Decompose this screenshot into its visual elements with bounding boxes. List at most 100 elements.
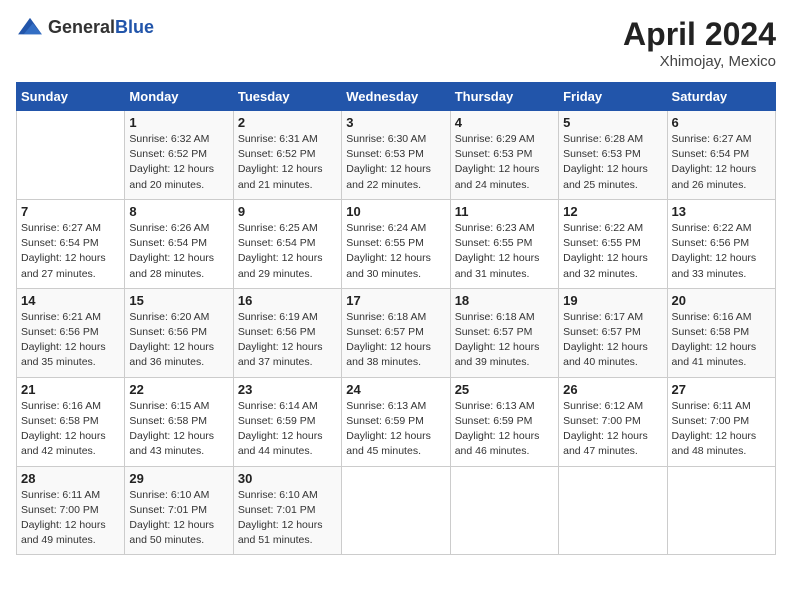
calendar-cell: 21Sunrise: 6:16 AM Sunset: 6:58 PM Dayli… <box>17 377 125 466</box>
title-block: April 2024 Xhimojay, Mexico <box>623 16 776 70</box>
col-tuesday: Tuesday <box>233 83 341 111</box>
day-info: Sunrise: 6:16 AM Sunset: 6:58 PM Dayligh… <box>21 399 120 460</box>
calendar-week-row: 7Sunrise: 6:27 AM Sunset: 6:54 PM Daylig… <box>17 199 776 288</box>
calendar-cell: 22Sunrise: 6:15 AM Sunset: 6:58 PM Dayli… <box>125 377 233 466</box>
page-header: GeneralBlue April 2024 Xhimojay, Mexico <box>16 16 776 70</box>
day-info: Sunrise: 6:27 AM Sunset: 6:54 PM Dayligh… <box>21 221 120 282</box>
calendar-cell: 19Sunrise: 6:17 AM Sunset: 6:57 PM Dayli… <box>559 288 667 377</box>
calendar-table: Sunday Monday Tuesday Wednesday Thursday… <box>16 82 776 555</box>
calendar-cell: 3 Sunrise: 6:30 AM Sunset: 6:53 PM Daylig… <box>342 111 450 200</box>
day-info: Sunrise: 6:31 AM Sunset: 6:52 PM Dayligh… <box>238 132 337 193</box>
day-info: Sunrise: 6:32 AM Sunset: 6:52 PM Dayligh… <box>129 132 228 193</box>
col-saturday: Saturday <box>667 83 775 111</box>
col-wednesday: Wednesday <box>342 83 450 111</box>
day-info: Sunrise: 6:10 AM Sunset: 7:01 PM Dayligh… <box>238 488 337 549</box>
day-info: Sunrise: 6:18 AM Sunset: 6:57 PM Dayligh… <box>455 310 554 371</box>
day-info: Sunrise: 6:24 AM Sunset: 6:55 PM Dayligh… <box>346 221 445 282</box>
calendar-week-row: 14 Sunrise: 6:21 AM Sunset: 6:56 PM Dayli… <box>17 288 776 377</box>
calendar-cell: 20 Sunrise: 6:16 AM Sunset: 6:58 PM Dayli… <box>667 288 775 377</box>
day-number: 25 <box>455 382 554 397</box>
calendar-cell: 8 Sunrise: 6:26 AM Sunset: 6:54 PM Daylig… <box>125 199 233 288</box>
calendar-cell <box>17 111 125 200</box>
calendar-cell <box>450 466 558 555</box>
calendar-cell: 26 Sunrise: 6:12 AM Sunset: 7:00 PM Dayli… <box>559 377 667 466</box>
day-info: Sunrise: 6:23 AM Sunset: 6:55 PM Dayligh… <box>455 221 554 282</box>
day-number: 11 <box>455 204 554 219</box>
calendar-cell: 24 Sunrise: 6:13 AM Sunset: 6:59 PM Dayli… <box>342 377 450 466</box>
location-subtitle: Xhimojay, Mexico <box>623 53 776 70</box>
calendar-cell: 4 Sunrise: 6:29 AM Sunset: 6:53 PM Daylig… <box>450 111 558 200</box>
day-number: 2 <box>238 115 337 130</box>
calendar-cell: 25 Sunrise: 6:13 AM Sunset: 6:59 PM Dayli… <box>450 377 558 466</box>
day-info: Sunrise: 6:13 AM Sunset: 6:59 PM Dayligh… <box>455 399 554 460</box>
day-info: Sunrise: 6:30 AM Sunset: 6:53 PM Dayligh… <box>346 132 445 193</box>
day-number: 10 <box>346 204 445 219</box>
day-number: 26 <box>563 382 662 397</box>
calendar-cell: 7Sunrise: 6:27 AM Sunset: 6:54 PM Daylig… <box>17 199 125 288</box>
day-info: Sunrise: 6:13 AM Sunset: 6:59 PM Dayligh… <box>346 399 445 460</box>
col-monday: Monday <box>125 83 233 111</box>
day-info: Sunrise: 6:26 AM Sunset: 6:54 PM Dayligh… <box>129 221 228 282</box>
calendar-cell: 29 Sunrise: 6:10 AM Sunset: 7:01 PM Dayli… <box>125 466 233 555</box>
day-number: 29 <box>129 471 228 486</box>
calendar-cell: 27 Sunrise: 6:11 AM Sunset: 7:00 PM Dayli… <box>667 377 775 466</box>
calendar-cell: 9Sunrise: 6:25 AM Sunset: 6:54 PM Daylig… <box>233 199 341 288</box>
day-number: 30 <box>238 471 337 486</box>
logo-general: General <box>48 17 115 37</box>
day-number: 1 <box>129 115 228 130</box>
day-number: 4 <box>455 115 554 130</box>
day-number: 20 <box>672 293 771 308</box>
day-info: Sunrise: 6:12 AM Sunset: 7:00 PM Dayligh… <box>563 399 662 460</box>
day-info: Sunrise: 6:17 AM Sunset: 6:57 PM Dayligh… <box>563 310 662 371</box>
calendar-cell: 1 Sunrise: 6:32 AM Sunset: 6:52 PM Daylig… <box>125 111 233 200</box>
calendar-cell: 10 Sunrise: 6:24 AM Sunset: 6:55 PM Dayli… <box>342 199 450 288</box>
day-info: Sunrise: 6:10 AM Sunset: 7:01 PM Dayligh… <box>129 488 228 549</box>
calendar-cell: 2 Sunrise: 6:31 AM Sunset: 6:52 PM Daylig… <box>233 111 341 200</box>
day-info: Sunrise: 6:16 AM Sunset: 6:58 PM Dayligh… <box>672 310 771 371</box>
day-number: 13 <box>672 204 771 219</box>
day-number: 24 <box>346 382 445 397</box>
calendar-cell: 18Sunrise: 6:18 AM Sunset: 6:57 PM Dayli… <box>450 288 558 377</box>
day-number: 8 <box>129 204 228 219</box>
month-year-title: April 2024 <box>623 16 776 53</box>
day-number: 28 <box>21 471 120 486</box>
calendar-cell: 23 Sunrise: 6:14 AM Sunset: 6:59 PM Dayli… <box>233 377 341 466</box>
calendar-cell <box>667 466 775 555</box>
day-info: Sunrise: 6:14 AM Sunset: 6:59 PM Dayligh… <box>238 399 337 460</box>
day-info: Sunrise: 6:27 AM Sunset: 6:54 PM Dayligh… <box>672 132 771 193</box>
calendar-cell: 30 Sunrise: 6:10 AM Sunset: 7:01 PM Dayli… <box>233 466 341 555</box>
calendar-cell <box>342 466 450 555</box>
day-info: Sunrise: 6:21 AM Sunset: 6:56 PM Dayligh… <box>21 310 120 371</box>
day-info: Sunrise: 6:22 AM Sunset: 6:56 PM Dayligh… <box>672 221 771 282</box>
calendar-cell: 11 Sunrise: 6:23 AM Sunset: 6:55 PM Dayli… <box>450 199 558 288</box>
header-row: Sunday Monday Tuesday Wednesday Thursday… <box>17 83 776 111</box>
day-info: Sunrise: 6:29 AM Sunset: 6:53 PM Dayligh… <box>455 132 554 193</box>
calendar-cell: 15 Sunrise: 6:20 AM Sunset: 6:56 PM Dayli… <box>125 288 233 377</box>
calendar-body: 1 Sunrise: 6:32 AM Sunset: 6:52 PM Daylig… <box>17 111 776 555</box>
day-info: Sunrise: 6:15 AM Sunset: 6:58 PM Dayligh… <box>129 399 228 460</box>
day-info: Sunrise: 6:20 AM Sunset: 6:56 PM Dayligh… <box>129 310 228 371</box>
day-number: 6 <box>672 115 771 130</box>
calendar-cell <box>559 466 667 555</box>
day-number: 15 <box>129 293 228 308</box>
day-info: Sunrise: 6:11 AM Sunset: 7:00 PM Dayligh… <box>672 399 771 460</box>
calendar-cell: 17Sunrise: 6:18 AM Sunset: 6:57 PM Dayli… <box>342 288 450 377</box>
day-number: 3 <box>346 115 445 130</box>
day-number: 27 <box>672 382 771 397</box>
day-number: 14 <box>21 293 120 308</box>
col-friday: Friday <box>559 83 667 111</box>
calendar-cell: 14 Sunrise: 6:21 AM Sunset: 6:56 PM Dayli… <box>17 288 125 377</box>
day-info: Sunrise: 6:22 AM Sunset: 6:55 PM Dayligh… <box>563 221 662 282</box>
col-thursday: Thursday <box>450 83 558 111</box>
calendar-week-row: 1 Sunrise: 6:32 AM Sunset: 6:52 PM Daylig… <box>17 111 776 200</box>
logo: GeneralBlue <box>16 16 154 38</box>
day-info: Sunrise: 6:19 AM Sunset: 6:56 PM Dayligh… <box>238 310 337 371</box>
calendar-cell: 16 Sunrise: 6:19 AM Sunset: 6:56 PM Dayli… <box>233 288 341 377</box>
day-number: 9 <box>238 204 337 219</box>
day-number: 16 <box>238 293 337 308</box>
calendar-cell: 6 Sunrise: 6:27 AM Sunset: 6:54 PM Daylig… <box>667 111 775 200</box>
day-number: 23 <box>238 382 337 397</box>
day-info: Sunrise: 6:11 AM Sunset: 7:00 PM Dayligh… <box>21 488 120 549</box>
col-sunday: Sunday <box>17 83 125 111</box>
day-info: Sunrise: 6:18 AM Sunset: 6:57 PM Dayligh… <box>346 310 445 371</box>
